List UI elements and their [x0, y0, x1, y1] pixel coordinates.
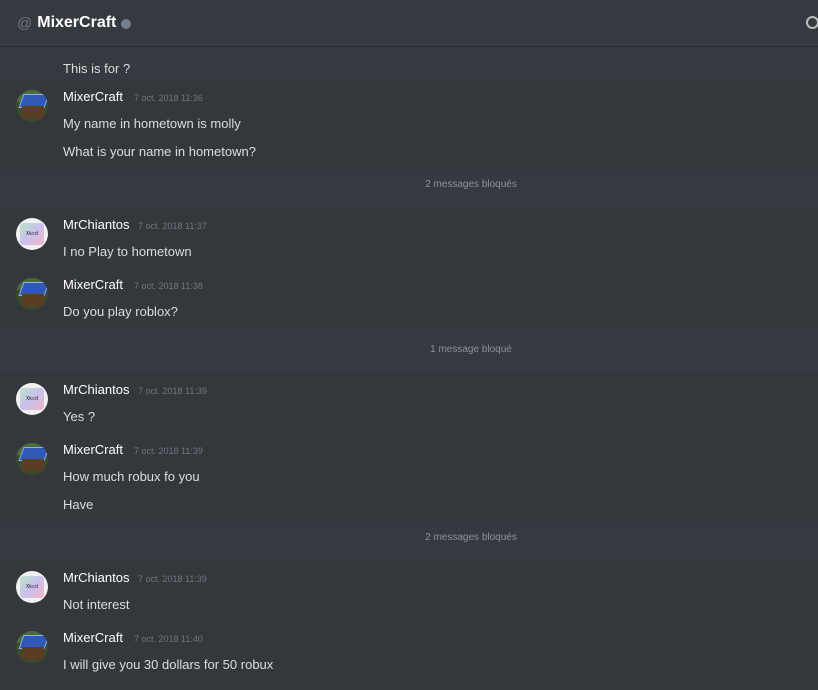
avatar[interactable]: Xkcd	[16, 571, 48, 603]
message-text: This is for ?	[63, 61, 131, 76]
username[interactable]: MrChiantos	[63, 217, 129, 232]
blocked-messages-notice[interactable]: 2 messages bloqués	[0, 532, 818, 543]
avatar[interactable]	[16, 278, 48, 310]
channel-name[interactable]: MixerCraft	[37, 14, 116, 32]
username[interactable]: MixerCraft	[63, 89, 123, 104]
message-text: Yes ?	[63, 409, 96, 424]
avatar[interactable]: Xkcd	[16, 218, 48, 250]
timestamp: 7 oct. 2018 11:37	[138, 221, 207, 231]
username[interactable]: MixerCraft	[63, 442, 123, 457]
message-text: I no Play to hometown	[63, 244, 192, 259]
avatar[interactable]	[16, 90, 48, 122]
message-text: Not interest	[63, 597, 130, 612]
message-text: My name in hometown is molly	[63, 116, 241, 131]
offline-status-icon	[121, 18, 132, 29]
blocked-messages-notice[interactable]: 1 message bloqué	[0, 344, 818, 355]
username[interactable]: MixerCraft	[63, 630, 123, 645]
username[interactable]: MrChiantos	[63, 382, 129, 397]
timestamp: 7 oct. 2018 11:40	[134, 634, 203, 644]
timestamp: 7 oct. 2018 11:39	[134, 446, 203, 456]
blocked-messages-label[interactable]: 2 messages bloqués	[425, 179, 517, 190]
blocked-messages-label[interactable]: 2 messages bloqués	[425, 532, 517, 543]
message-text: Do you play roblox?	[63, 304, 178, 319]
message-list[interactable]: This is for ? MixerCraft 7 oct. 2018 11:…	[0, 46, 818, 690]
blocked-messages-label[interactable]: 1 message bloqué	[430, 344, 512, 355]
avatar[interactable]	[16, 631, 48, 663]
timestamp: 7 oct. 2018 11:36	[134, 93, 203, 103]
message-text: I will give you 30 dollars for 50 robux	[63, 657, 274, 672]
username[interactable]: MrChiantos	[63, 570, 129, 585]
avatar[interactable]	[16, 443, 48, 475]
timestamp: 7 oct. 2018 11:39	[138, 574, 207, 584]
message-text: What is your name in hometown?	[63, 144, 256, 159]
blocked-messages-notice[interactable]: 2 messages bloqués	[0, 179, 818, 190]
message-text: How much robux fo you	[63, 469, 200, 484]
timestamp: 7 oct. 2018 11:39	[138, 386, 207, 396]
timestamp: 7 oct. 2018 11:38	[134, 281, 203, 291]
avatar[interactable]: Xkcd	[16, 383, 48, 415]
username[interactable]: MixerCraft	[63, 277, 123, 292]
at-symbol: @	[17, 14, 33, 32]
message-text: Have	[63, 497, 94, 512]
search-icon[interactable]	[804, 16, 818, 30]
channel-header: @ MixerCraft	[0, 0, 818, 46]
